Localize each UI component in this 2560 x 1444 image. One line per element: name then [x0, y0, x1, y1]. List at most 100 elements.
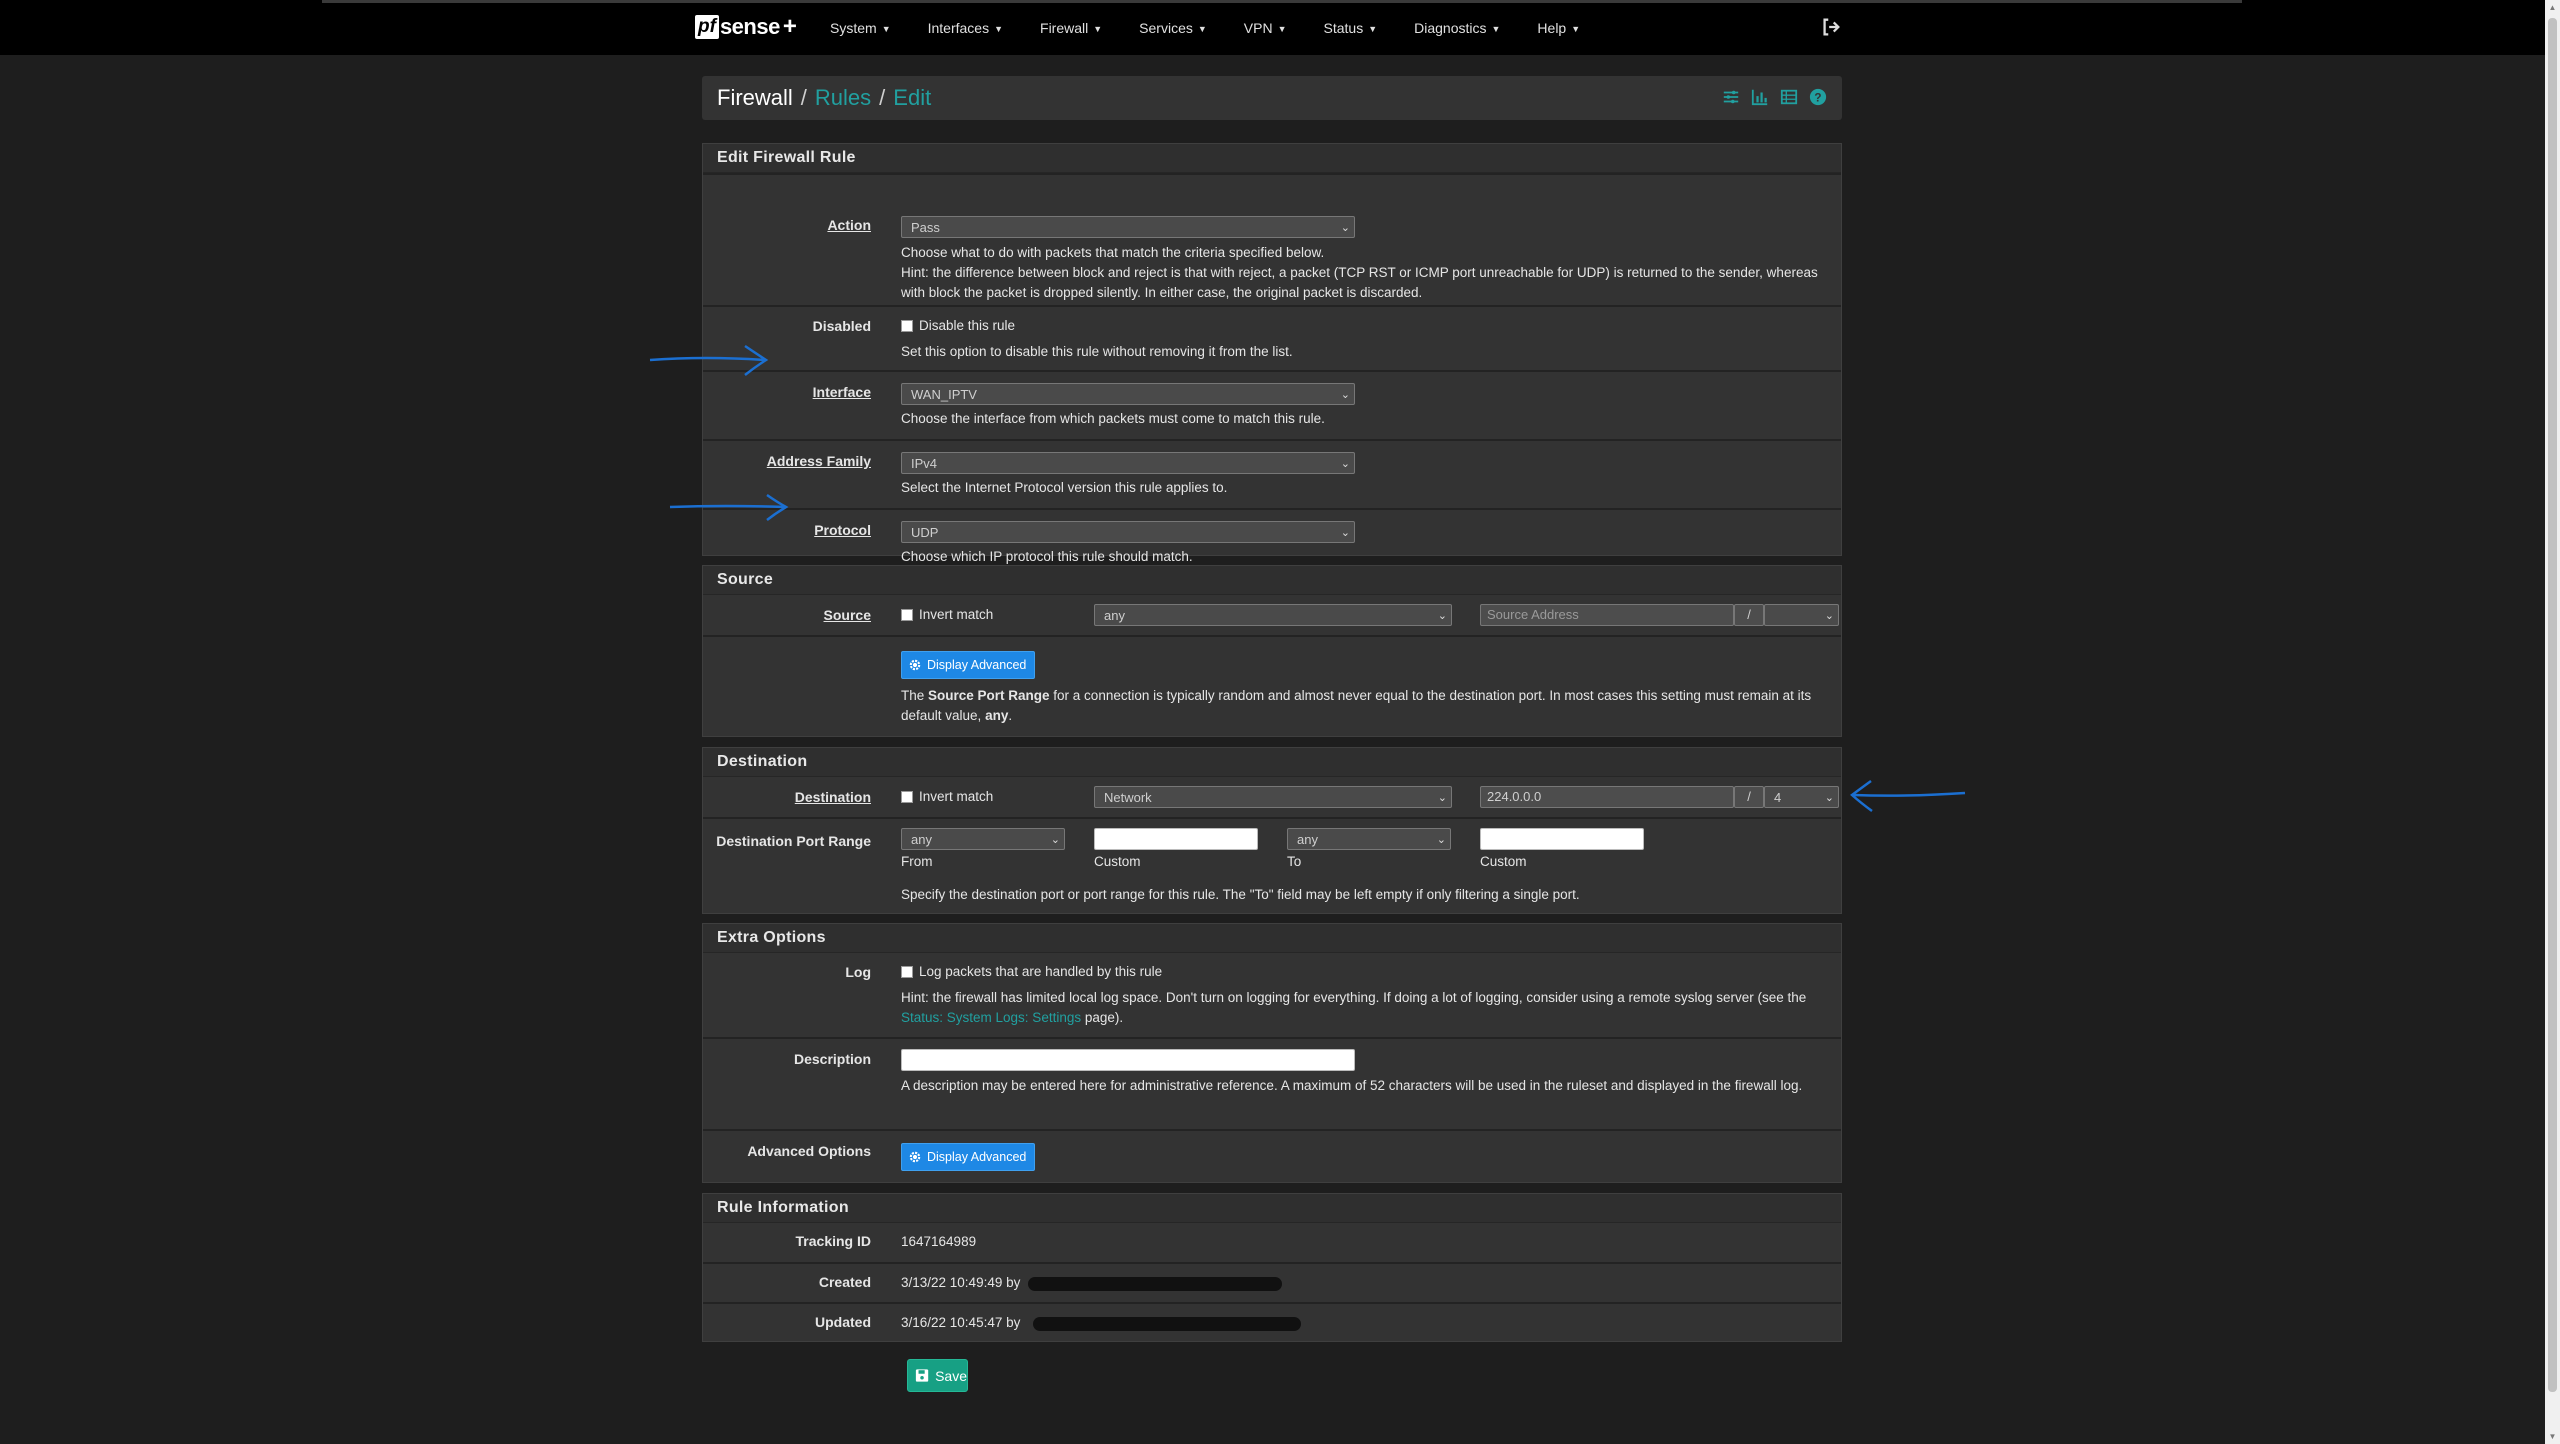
menu-vpn[interactable]: VPN ▼: [1244, 20, 1287, 36]
source-help-bold2: any: [985, 708, 1009, 723]
menu-interfaces[interactable]: Interfaces ▼: [928, 20, 1003, 36]
status-system-logs-settings-link[interactable]: Status: System Logs: Settings: [901, 1010, 1081, 1025]
protocol-select-value: UDP: [911, 525, 939, 540]
scroll-down-icon[interactable]: ▼: [2545, 1429, 2560, 1444]
address-family-label[interactable]: Address Family: [703, 453, 871, 469]
source-row: Source Invert match any ⌄ Source Address …: [703, 595, 1841, 635]
destination-address-input[interactable]: 224.0.0.0: [1480, 786, 1734, 808]
brand-plus: +: [782, 13, 797, 40]
menu-status-label: Status: [1323, 19, 1364, 36]
menu-system-label: System: [830, 19, 877, 36]
dest-port-from-select[interactable]: any ⌄: [901, 828, 1065, 850]
logout-icon[interactable]: [1820, 16, 1842, 38]
menu-firewall-label: Firewall: [1040, 19, 1089, 36]
source-type-select[interactable]: any ⌄: [1094, 604, 1452, 626]
description-row: Description A description may be entered…: [703, 1037, 1841, 1129]
interface-row: Interface WAN_IPTV ⌄ Choose the interface…: [703, 370, 1841, 439]
created-row: Created 3/13/22 10:49:49 by: [703, 1262, 1841, 1302]
chevron-down-icon: ⌄: [1340, 222, 1350, 234]
menu-status[interactable]: Status ▼: [1324, 20, 1378, 36]
save-button[interactable]: Save: [907, 1359, 968, 1392]
breadcrumb-bar: Firewall / Rules / Edit ?: [702, 76, 1842, 120]
log-list-icon[interactable]: [1780, 88, 1798, 106]
caret-down-icon: ▼: [994, 23, 1004, 34]
custom-sublabel: Custom: [1094, 854, 1141, 869]
disable-rule-text: Disable this rule: [919, 318, 1016, 333]
caret-down-icon: ▼: [1571, 23, 1581, 34]
vertical-scrollbar[interactable]: ▲ ▼: [2545, 0, 2560, 1444]
scroll-up-icon[interactable]: ▲: [2545, 0, 2560, 15]
menu-help[interactable]: Help ▼: [1537, 20, 1580, 36]
destination-invert-text: Invert match: [919, 789, 994, 804]
source-invert-checkbox[interactable]: [901, 609, 913, 622]
disabled-label: Disabled: [812, 318, 871, 334]
display-advanced-label: Display Advanced: [927, 658, 1027, 672]
destination-mask-select[interactable]: 4 ⌄: [1764, 786, 1839, 808]
log-help: Hint: the firewall has limited local log…: [901, 988, 1827, 1028]
tracking-id-label: Tracking ID: [795, 1233, 871, 1249]
interface-help: Choose the interface from which packets …: [901, 411, 1325, 426]
destination-panel: Destination Destination Invert match Net…: [702, 747, 1842, 914]
annotation-arrow-protocol: [669, 493, 789, 521]
source-label[interactable]: Source: [703, 607, 871, 623]
menu-diagnostics[interactable]: Diagnostics ▼: [1414, 20, 1500, 36]
source-display-advanced-button[interactable]: Display Advanced: [901, 651, 1036, 679]
rule-information-panel: Rule Information Tracking ID 1647164989 …: [702, 1193, 1842, 1342]
advanced-options-label: Advanced Options: [747, 1143, 871, 1159]
caret-down-icon: ▼: [1491, 23, 1501, 34]
dest-port-to-custom-input[interactable]: [1480, 828, 1644, 850]
log-help-pre: Hint: the firewall has limited local log…: [901, 990, 1807, 1005]
breadcrumb-rules[interactable]: Rules: [815, 85, 871, 111]
action-help-2: Hint: the difference between block and r…: [901, 265, 1818, 300]
pfsense-logo[interactable]: pf sense +: [695, 12, 797, 42]
source-address-input[interactable]: Source Address: [1480, 604, 1734, 626]
bar-chart-icon[interactable]: [1751, 88, 1769, 106]
protocol-help: Choose which IP protocol this rule shoul…: [901, 549, 1193, 564]
menu-vpn-label: VPN: [1243, 19, 1273, 36]
advanced-options-display-advanced-button[interactable]: Display Advanced: [901, 1143, 1036, 1171]
protocol-select[interactable]: UDP ⌄: [901, 521, 1355, 543]
help-icon[interactable]: ?: [1809, 88, 1827, 106]
destination-type-value: Network: [1104, 790, 1152, 805]
address-family-select[interactable]: IPv4 ⌄: [901, 452, 1355, 474]
destination-slash: /: [1734, 786, 1764, 808]
interface-label[interactable]: Interface: [703, 384, 871, 400]
destination-invert-checkbox[interactable]: [901, 791, 913, 804]
menu-firewall[interactable]: Firewall ▼: [1040, 20, 1102, 36]
save-label: Save: [935, 1367, 967, 1384]
to-sublabel: To: [1287, 854, 1302, 869]
source-help-end: .: [1008, 708, 1013, 723]
caret-down-icon: ▼: [1093, 23, 1103, 34]
destination-port-range-label: Destination Port Range: [716, 833, 871, 849]
action-row: Action Pass ⌄ Choose what to do with pack…: [703, 173, 1841, 305]
destination-type-select[interactable]: Network ⌄: [1094, 786, 1452, 808]
menu-interfaces-label: Interfaces: [927, 19, 990, 36]
annotation-arrow-destination: [1850, 779, 1966, 813]
interface-select[interactable]: WAN_IPTV ⌄: [901, 383, 1355, 405]
panel-heading: Source: [703, 566, 1841, 595]
destination-mask-value: 4: [1774, 790, 1782, 805]
log-checkbox-text: Log packets that are handled by this rul…: [919, 964, 1163, 979]
destination-port-help: Specify the destination port or port ran…: [901, 887, 1580, 902]
source-mask-select[interactable]: ⌄: [1764, 604, 1839, 626]
action-label[interactable]: Action: [703, 217, 871, 233]
action-select[interactable]: Pass ⌄: [901, 216, 1355, 238]
disable-rule-checkbox[interactable]: [901, 320, 913, 333]
advanced-options-row: Advanced Options Display Advanced: [703, 1129, 1841, 1184]
panel-heading: Destination: [703, 748, 1841, 777]
destination-label[interactable]: Destination: [703, 789, 871, 805]
redacted-username: [1033, 1317, 1301, 1331]
menu-system[interactable]: System ▼: [830, 20, 891, 36]
description-input[interactable]: [901, 1049, 1355, 1071]
log-checkbox[interactable]: [901, 966, 913, 979]
sliders-icon[interactable]: [1722, 88, 1740, 106]
dest-port-to-select[interactable]: any ⌄: [1287, 828, 1451, 850]
breadcrumb-edit[interactable]: Edit: [893, 85, 931, 111]
chevron-down-icon: ⌄: [1824, 610, 1834, 622]
scroll-thumb[interactable]: [2548, 18, 2557, 1392]
menu-diagnostics-label: Diagnostics: [1414, 19, 1487, 36]
chevron-down-icon: ⌄: [1340, 389, 1350, 401]
menu-services[interactable]: Services ▼: [1139, 20, 1207, 36]
top-navbar: pf sense + System ▼ Interfaces ▼ Firewall ▼…: [0, 0, 2545, 55]
dest-port-from-custom-input[interactable]: [1094, 828, 1258, 850]
